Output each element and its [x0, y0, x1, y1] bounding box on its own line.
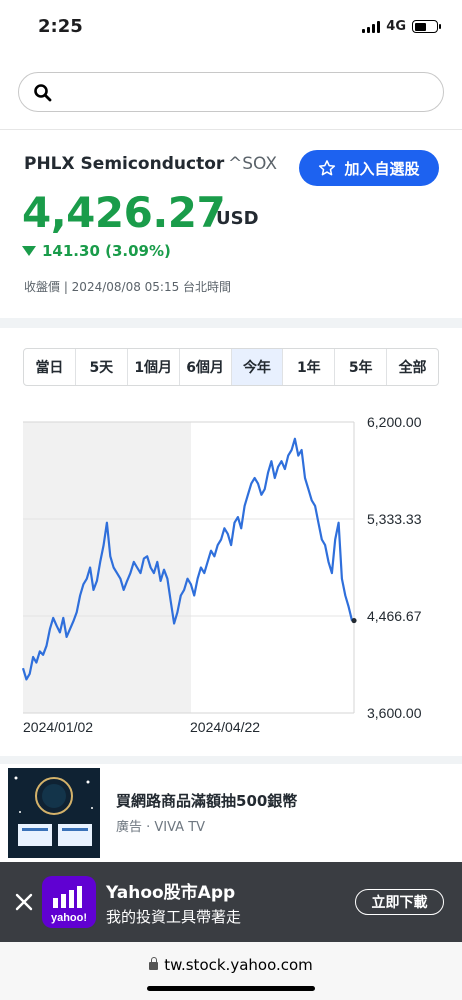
status-indicators: 4G	[362, 19, 441, 34]
app-banner: yahoo! Yahoo股市App 我的投資工具帶著走 立即下載	[0, 862, 462, 942]
url-display[interactable]: tw.stock.yahoo.com	[0, 956, 462, 974]
range-tab[interactable]: 1年	[283, 349, 336, 385]
section-divider	[0, 756, 462, 764]
ad-title[interactable]: 買網路商品滿額抽500銀幣	[116, 790, 297, 811]
range-tab[interactable]: 6個月	[180, 349, 232, 385]
x-tick-label: 2024/04/22	[190, 719, 260, 735]
logo-text: yahoo!	[51, 912, 87, 924]
search-input[interactable]	[63, 81, 423, 105]
yahoo-app-logo: yahoo!	[42, 876, 96, 928]
index-name: PHLX Semiconductor	[24, 154, 225, 174]
status-bar: 2:25 4G	[0, 0, 462, 56]
search-icon	[34, 84, 52, 102]
chart-shaded-region	[23, 422, 191, 713]
range-tab[interactable]: 今年	[231, 349, 284, 385]
network-label: 4G	[386, 19, 406, 34]
close-icon[interactable]	[14, 892, 34, 912]
status-time: 2:25	[38, 16, 83, 37]
price-change-value: 141.30 (3.09%)	[42, 242, 171, 260]
url-text: tw.stock.yahoo.com	[164, 956, 313, 974]
y-tick-label: 4,466.67	[367, 608, 422, 624]
index-symbol: ^SOX	[228, 154, 277, 174]
signal-icon	[362, 20, 381, 33]
range-tab[interactable]: 5天	[76, 349, 128, 385]
app-tagline: 我的投資工具帶著走	[106, 908, 242, 926]
price-chart: 6,200.00 5,333.33 4,466.67 3,600.00 2024/01/…	[0, 405, 462, 745]
ad-sponsor: 廣告 · VIVA TV	[116, 820, 206, 835]
range-tab[interactable]: 全部	[387, 349, 438, 385]
ad-thumbnail[interactable]	[8, 768, 100, 858]
currency-label: USD	[216, 208, 259, 229]
lock-icon	[149, 957, 159, 970]
y-tick-label: 3,600.00	[367, 705, 422, 721]
search-box[interactable]	[18, 72, 444, 112]
browser-url-bar: tw.stock.yahoo.com	[0, 942, 462, 1000]
price-change: 141.30 (3.09%)	[22, 242, 171, 260]
range-tab[interactable]: 1個月	[128, 349, 180, 385]
star-icon	[319, 160, 336, 176]
app-name: Yahoo股市App	[106, 883, 236, 903]
y-tick-label: 6,200.00	[367, 414, 422, 430]
battery-icon	[412, 20, 441, 33]
y-tick-label: 5,333.33	[367, 511, 422, 527]
add-to-watchlist-label: 加入自選股	[344, 160, 420, 178]
quote-header: PHLX Semiconductor ^SOX 加入自選股 4,426.27 U…	[0, 130, 462, 318]
range-tabs: 當日 5天 1個月 6個月 今年 1年 5年 全部	[23, 348, 439, 386]
ad-thumbnail-art	[8, 768, 100, 858]
down-arrow-icon	[22, 246, 36, 256]
price-chart-svg: 6,200.00 5,333.33 4,466.67 3,600.00 2024/01/…	[21, 414, 422, 735]
add-to-watchlist-button[interactable]: 加入自選股	[299, 150, 439, 186]
home-indicator[interactable]	[147, 986, 315, 991]
last-price-marker	[351, 617, 357, 624]
search-header	[0, 56, 462, 130]
range-tab[interactable]: 當日	[24, 349, 76, 385]
x-tick-label: 2024/01/02	[23, 719, 93, 735]
download-button[interactable]: 立即下載	[355, 889, 444, 915]
index-price: 4,426.27	[22, 188, 226, 237]
ad-card[interactable]: 買網路商品滿額抽500銀幣 廣告 · VIVA TV	[8, 768, 454, 860]
range-tab[interactable]: 5年	[335, 349, 388, 385]
section-divider	[0, 318, 462, 328]
close-info: 收盤價 | 2024/08/08 05:15 台北時間	[24, 280, 232, 294]
